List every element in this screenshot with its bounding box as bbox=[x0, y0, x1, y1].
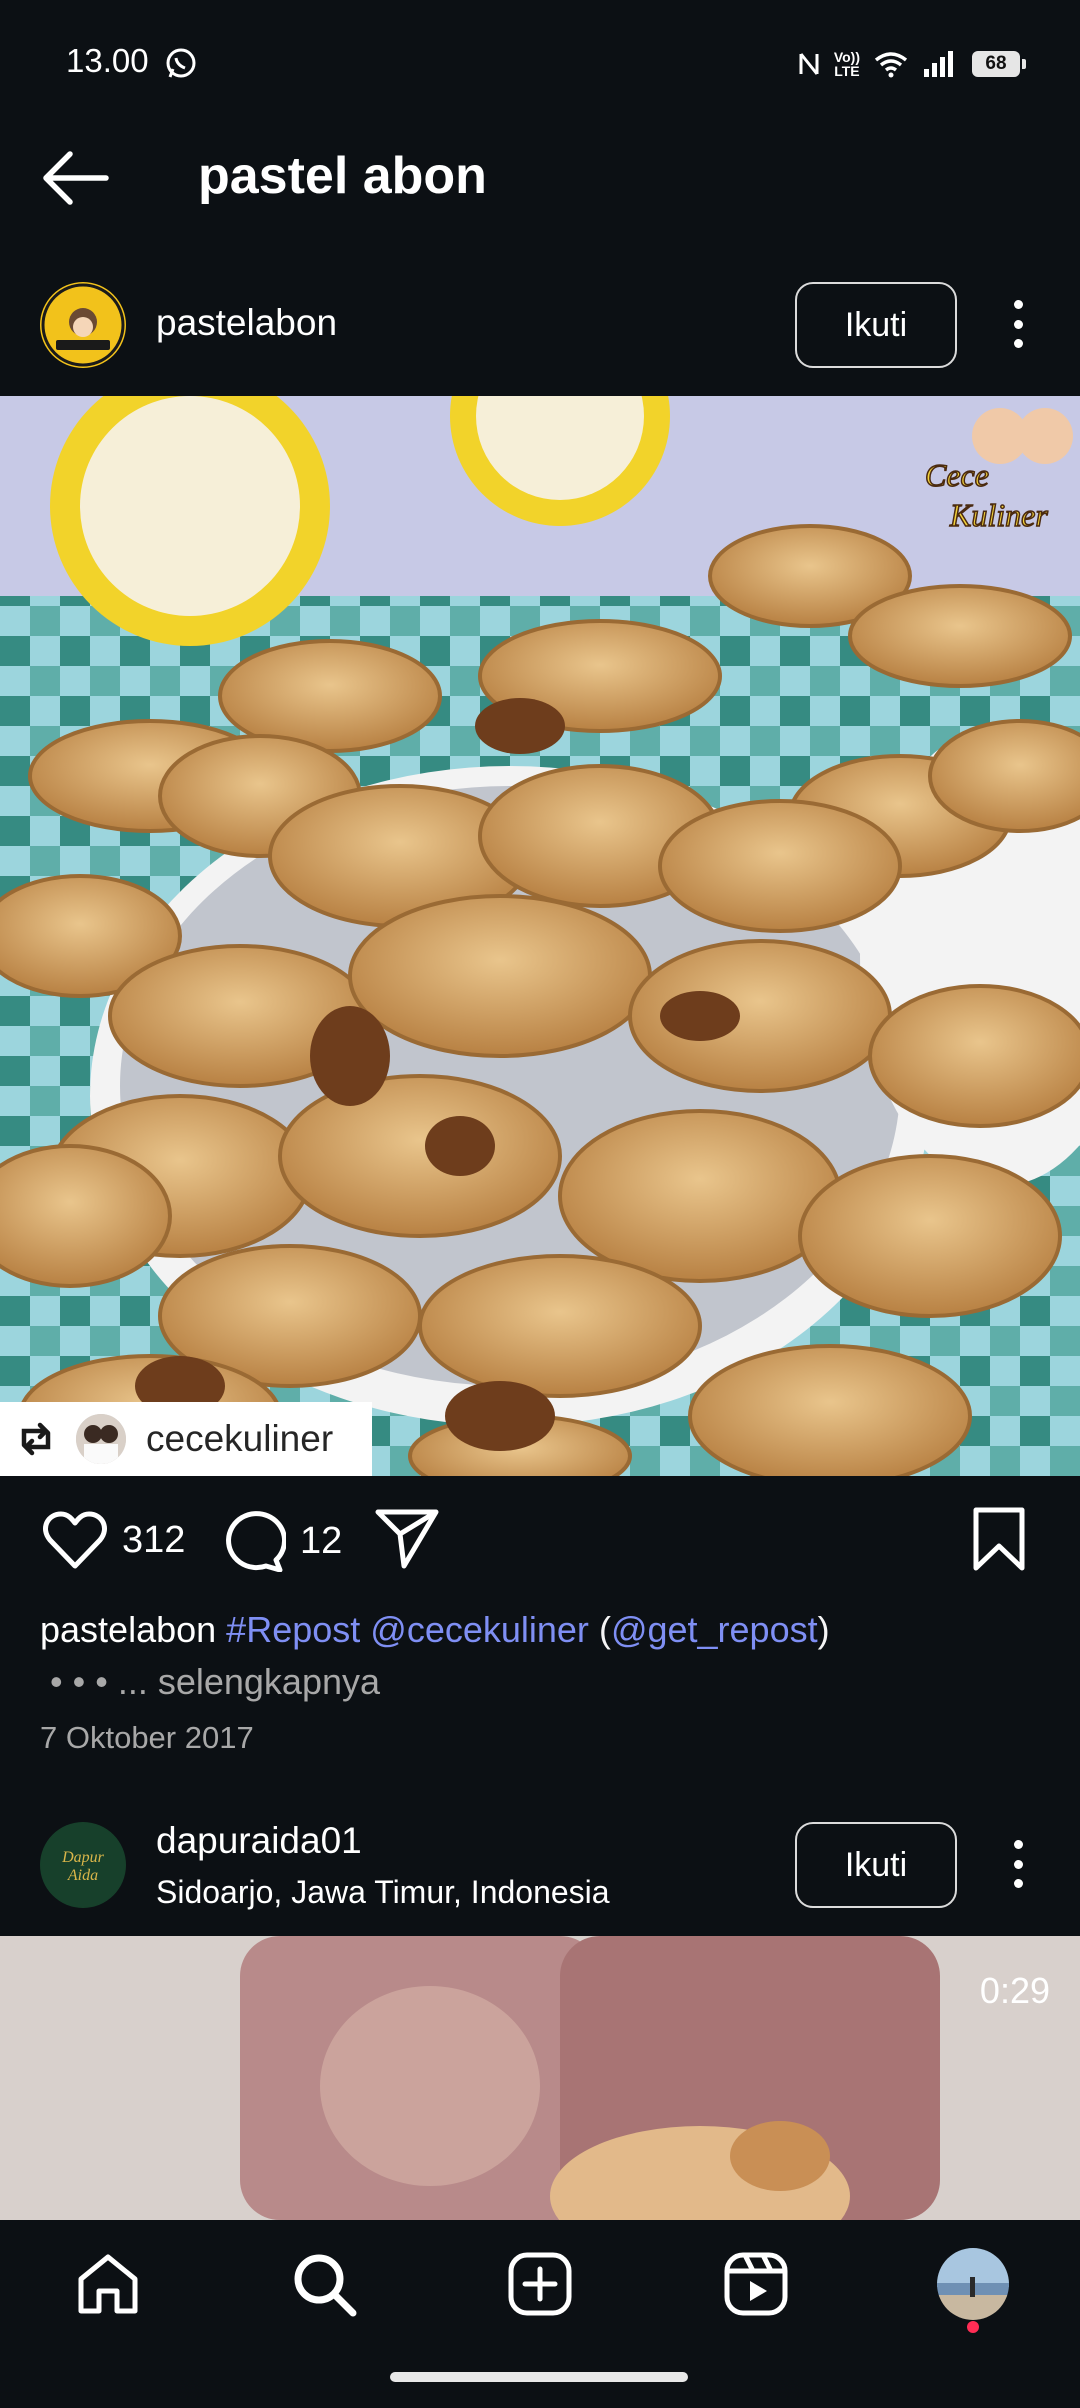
comment-count[interactable]: 12 bbox=[300, 1520, 342, 1563]
nav-reels[interactable] bbox=[706, 2240, 806, 2328]
pastel-pastries-image: Cece Kuliner bbox=[0, 396, 1080, 1476]
search-icon bbox=[294, 2254, 357, 2317]
caption-paren-close: ) bbox=[817, 1609, 830, 1650]
nfc-icon bbox=[799, 53, 819, 75]
speech-bubble-icon bbox=[226, 1511, 286, 1572]
post-location[interactable]: Sidoarjo, Jawa Timur, Indonesia bbox=[156, 1874, 610, 1911]
home-indicator[interactable] bbox=[390, 2372, 688, 2382]
whatsapp-icon bbox=[166, 48, 196, 78]
more-options-icon[interactable] bbox=[1003, 1834, 1033, 1894]
comment-button[interactable]: 12 bbox=[222, 1510, 342, 1572]
svg-text:Cece: Cece bbox=[925, 457, 989, 493]
svg-text:Kuliner: Kuliner bbox=[949, 497, 1048, 533]
heart-icon bbox=[43, 1511, 107, 1569]
caption-dots: • • • bbox=[50, 1661, 108, 1702]
caption-username[interactable]: pastelabon bbox=[40, 1609, 216, 1650]
wifi-icon bbox=[874, 52, 908, 78]
nav-profile[interactable] bbox=[923, 2240, 1023, 2328]
follow-button[interactable]: Ikuti bbox=[795, 282, 957, 368]
bookmark-icon[interactable] bbox=[970, 1506, 1028, 1572]
page-title: pastel abon bbox=[198, 147, 487, 205]
reels-icon bbox=[724, 2252, 788, 2316]
post-caption[interactable]: pastelabon #Repost @cecekuliner (@get_re… bbox=[40, 1604, 1040, 1708]
dapuraida-logo: Dapur Aida bbox=[41, 1823, 125, 1907]
battery-icon: 68 bbox=[972, 51, 1026, 77]
back-arrow-icon[interactable] bbox=[36, 140, 116, 220]
paper-plane-icon[interactable] bbox=[374, 1506, 440, 1570]
caption-hashtag[interactable]: #Repost bbox=[226, 1609, 360, 1650]
signal-icon bbox=[924, 51, 953, 77]
repost-attribution[interactable]: cecekuliner bbox=[0, 1402, 372, 1476]
nav-home[interactable] bbox=[58, 2240, 158, 2328]
video-frame-image bbox=[0, 1936, 1080, 2220]
notification-dot bbox=[967, 2321, 979, 2333]
post-author-username[interactable]: dapuraida01 bbox=[156, 1820, 362, 1862]
repost-username: cecekuliner bbox=[146, 1418, 334, 1459]
svg-text:Dapur: Dapur bbox=[61, 1849, 105, 1866]
follow-button[interactable]: Ikuti bbox=[795, 1822, 957, 1908]
more-options-icon[interactable] bbox=[1003, 294, 1033, 354]
volte-icon: Vo)) LTE bbox=[833, 49, 860, 79]
repost-avatar bbox=[76, 1414, 126, 1464]
caption-mention[interactable]: @cecekuliner bbox=[370, 1609, 589, 1650]
profile-avatar bbox=[937, 2248, 1009, 2320]
caption-paren-open: ( bbox=[598, 1609, 611, 1650]
like-count[interactable]: 312 bbox=[122, 1519, 185, 1562]
status-icons: Vo)) LTE 68 bbox=[798, 44, 1026, 84]
post-video[interactable] bbox=[0, 1936, 1080, 2220]
caption-more-link[interactable]: ... selengkapnya bbox=[118, 1661, 380, 1702]
caption-mention-2[interactable]: @get_repost bbox=[611, 1609, 818, 1650]
post-author-avatar[interactable] bbox=[40, 282, 126, 368]
post-photo[interactable]: Cece Kuliner bbox=[0, 396, 1080, 1476]
nav-search[interactable] bbox=[274, 2240, 374, 2328]
video-duration: 0:29 bbox=[979, 1970, 1050, 2011]
home-icon bbox=[78, 2254, 138, 2314]
post-date: 7 Oktober 2017 bbox=[40, 1720, 254, 1755]
nav-create[interactable] bbox=[490, 2240, 590, 2328]
repost-icon bbox=[21, 1422, 51, 1456]
like-button[interactable]: 312 bbox=[42, 1510, 185, 1570]
pastelabon-logo bbox=[41, 283, 125, 367]
post-author-username[interactable]: pastelabon bbox=[156, 302, 337, 344]
plus-square-icon bbox=[508, 2252, 572, 2316]
status-time: 13.00 bbox=[66, 42, 149, 79]
post-author-avatar[interactable]: Dapur Aida bbox=[40, 1822, 126, 1908]
cecekuliner-avatar bbox=[76, 1414, 126, 1464]
svg-text:Aida: Aida bbox=[67, 1867, 98, 1884]
